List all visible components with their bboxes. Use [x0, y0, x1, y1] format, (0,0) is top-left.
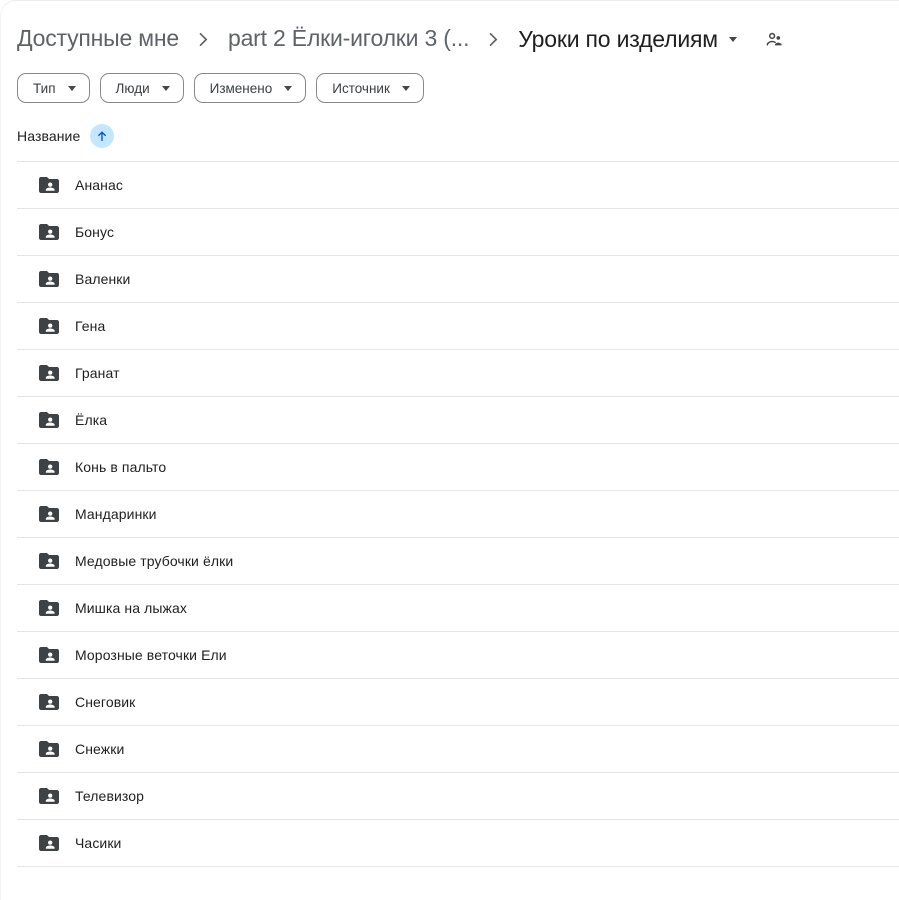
folder-row[interactable]: Снеговик	[17, 679, 899, 726]
filter-chip-label: Источник	[332, 81, 390, 96]
shared-folder-icon	[37, 408, 61, 432]
filter-chip-label: Изменено	[210, 81, 273, 96]
folder-row[interactable]: Ёлка	[17, 397, 899, 444]
filter-chip[interactable]: Тип	[17, 73, 90, 103]
folder-row[interactable]: Мишка на лыжах	[17, 585, 899, 632]
people-group-icon[interactable]	[763, 28, 786, 51]
shared-folder-icon	[37, 314, 61, 338]
folder-name: Ананас	[75, 177, 123, 193]
shared-folder-icon	[37, 549, 61, 573]
folder-row[interactable]: Валенки	[17, 256, 899, 303]
folder-row[interactable]: Мандаринки	[17, 491, 899, 538]
folder-row[interactable]: Морозные веточки Ели	[17, 632, 899, 679]
caret-down-icon	[284, 86, 292, 91]
breadcrumb-item-shared-with-me[interactable]: Доступные мне	[17, 25, 179, 53]
folder-row[interactable]: Снежки	[17, 726, 899, 773]
folder-name: Ёлка	[75, 412, 107, 428]
filter-chip-label: Люди	[116, 81, 150, 96]
shared-folder-icon	[37, 784, 61, 808]
folder-row[interactable]: Ананас	[17, 162, 899, 209]
filter-chip[interactable]: Изменено	[194, 73, 307, 103]
shared-folder-icon	[37, 220, 61, 244]
shared-folder-icon	[37, 361, 61, 385]
filter-chip[interactable]: Люди	[100, 73, 184, 103]
folder-name: Бонус	[75, 224, 114, 240]
breadcrumb-current-folder[interactable]: Уроки по изделиям	[518, 26, 737, 53]
filter-chips: Тип Люди Изменено Источник	[1, 73, 899, 103]
caret-down-icon	[402, 86, 410, 91]
sort-by-name-button[interactable]: Название	[17, 124, 114, 148]
shared-folder-icon	[37, 502, 61, 526]
shared-folder-icon	[37, 831, 61, 855]
chevron-right-icon	[483, 32, 504, 47]
folder-name: Конь в пальто	[75, 459, 166, 475]
name-column-header: Название	[17, 128, 80, 144]
folder-name: Гранат	[75, 365, 120, 381]
list-header: Название	[17, 111, 899, 162]
shared-folder-icon	[37, 455, 61, 479]
shared-folder-icon	[37, 596, 61, 620]
breadcrumb: Доступные мне part 2 Ёлки-иголки 3 (... …	[1, 13, 899, 65]
chevron-right-icon	[193, 32, 214, 47]
folder-row[interactable]: Гранат	[17, 350, 899, 397]
folder-name: Мандаринки	[75, 506, 157, 522]
current-folder-title: Уроки по изделиям	[518, 26, 718, 53]
folder-row[interactable]: Конь в пальто	[17, 444, 899, 491]
folder-name: Телевизор	[75, 788, 144, 804]
folder-name: Валенки	[75, 271, 130, 287]
folder-name: Снеговик	[75, 694, 135, 710]
filter-chip[interactable]: Источник	[316, 73, 424, 103]
shared-folder-icon	[37, 737, 61, 761]
shared-folder-icon	[37, 267, 61, 291]
folder-row[interactable]: Телевизор	[17, 773, 899, 820]
folder-name: Медовые трубочки ёлки	[75, 553, 233, 569]
shared-folder-icon	[37, 690, 61, 714]
folder-name: Снежки	[75, 741, 124, 757]
drive-shared-folder-view: Доступные мне part 2 Ёлки-иголки 3 (... …	[0, 0, 899, 900]
caret-down-icon	[729, 37, 737, 42]
folder-list: Ананас Бонус	[17, 162, 899, 867]
breadcrumb-item-parent-folder[interactable]: part 2 Ёлки-иголки 3 (...	[228, 25, 469, 53]
folder-name: Мишка на лыжах	[75, 600, 187, 616]
shared-folder-icon	[37, 643, 61, 667]
folder-name: Часики	[75, 835, 121, 851]
caret-down-icon	[162, 86, 170, 91]
folder-row[interactable]: Гена	[17, 303, 899, 350]
folder-name: Морозные веточки Ели	[75, 647, 227, 663]
folder-row[interactable]: Медовые трубочки ёлки	[17, 538, 899, 585]
shared-folder-icon	[37, 173, 61, 197]
sort-ascending-icon	[90, 124, 114, 148]
folder-row[interactable]: Часики	[17, 820, 899, 867]
caret-down-icon	[68, 86, 76, 91]
filter-chip-label: Тип	[33, 81, 56, 96]
folder-row[interactable]: Бонус	[17, 209, 899, 256]
folder-name: Гена	[75, 318, 105, 334]
